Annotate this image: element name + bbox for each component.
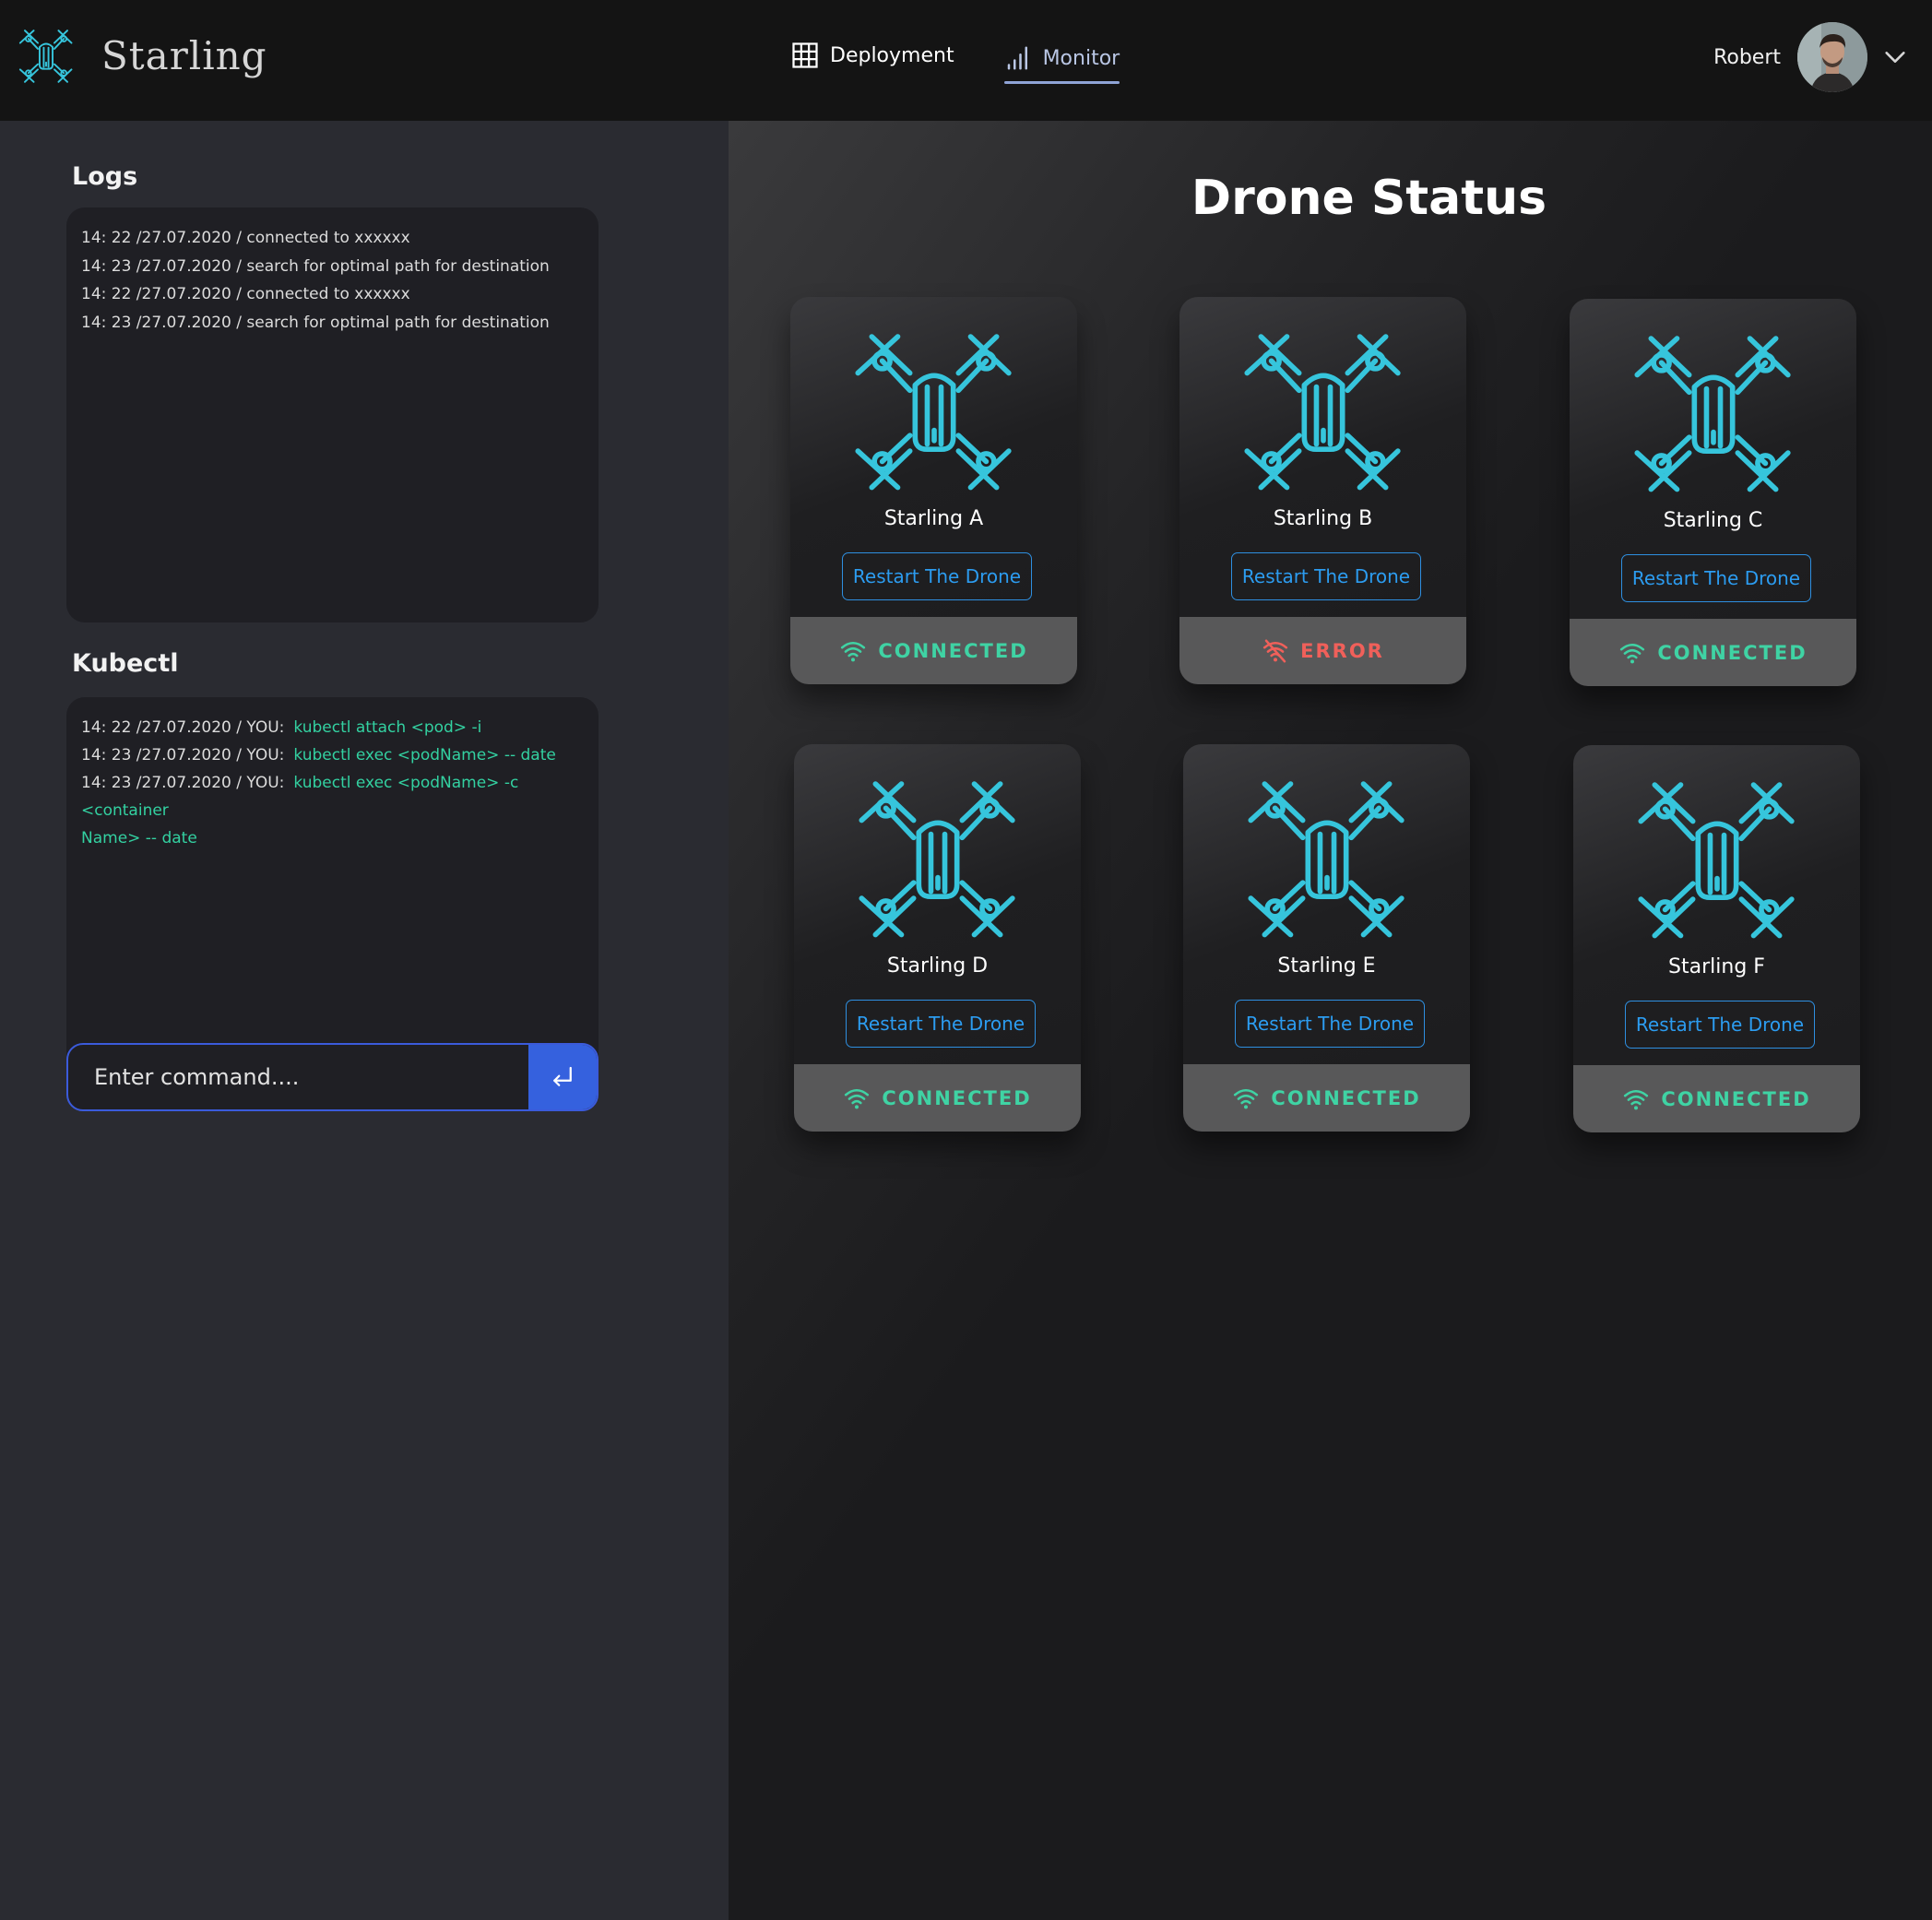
wifi-icon [843,1084,871,1112]
status-badge: ERROR [1300,639,1384,662]
command-bar [66,1043,599,1111]
command-input[interactable] [68,1045,528,1109]
kubectl-line: 14: 22 /27.07.2020 / YOU: kubectl attach … [81,714,584,741]
starling-logo-icon [17,26,76,85]
log-line: 14: 22 /27.07.2020 / connected to xxxxxx [81,229,410,247]
nav-monitor-label: Monitor [1042,46,1120,70]
kubectl-line-command: kubectl attach <pod> -i [293,718,482,737]
drone-icon [1237,323,1410,496]
main-nav: Deployment Monitor [791,37,1120,84]
restart-drone-button[interactable]: Restart The Drone [1231,552,1421,600]
restart-drone-button[interactable]: Restart The Drone [1625,1001,1815,1049]
wifi-icon [1618,639,1646,667]
status-badge: CONNECTED [882,1086,1032,1109]
app-name: Starling [101,32,267,78]
status-bar: CONNECTED [1570,619,1856,686]
drone-icon [851,770,1025,943]
kubectl-console[interactable]: 14: 22 /27.07.2020 / YOU: kubectl attach … [66,697,599,1094]
kubectl-line-prefix: 14: 22 /27.07.2020 / YOU: [81,718,285,737]
restart-drone-button[interactable]: Restart The Drone [846,1000,1036,1048]
kubectl-line-prefix: 14: 23 /27.07.2020 / YOU: [81,774,285,792]
kubectl-line: 14: 23 /27.07.2020 / YOU: kubectl exec <p… [81,741,584,769]
chevron-down-icon[interactable] [1882,44,1908,70]
restart-drone-button[interactable]: Restart The Drone [842,552,1032,600]
logs-title: Logs [72,162,138,191]
signal-bars-icon [1007,46,1027,70]
command-submit-button[interactable] [528,1045,597,1109]
kubectl-line-prefix: 14: 23 /27.07.2020 / YOU: [81,746,285,764]
wifi-off-icon [1262,637,1289,665]
status-badge: CONNECTED [878,639,1028,662]
status-bar: ERROR [1179,617,1466,684]
drone-card-f: Starling F Restart The Drone CONNECTED [1573,745,1860,1132]
status-badge: CONNECTED [1661,1087,1811,1110]
drone-card-c: Starling C Restart The Drone CONNECTED [1570,299,1856,686]
user-name: Robert [1713,45,1781,69]
drone-card-e: Starling E Restart The Drone CONNECTED [1183,744,1470,1132]
status-bar: CONNECTED [794,1064,1081,1132]
restart-drone-button[interactable]: Restart The Drone [1235,1000,1425,1048]
kubectl-line-continuation: Name> -- date [81,829,197,847]
wifi-icon [839,637,867,665]
wifi-icon [1622,1085,1650,1113]
drone-icon [847,323,1021,496]
status-badge: CONNECTED [1271,1086,1421,1109]
user-menu[interactable]: Robert [1713,22,1908,92]
grid-icon [792,42,818,68]
drone-card-b: Starling B Restart The Drone ERROR [1179,297,1466,684]
status-bar: CONNECTED [1573,1065,1860,1132]
status-badge: CONNECTED [1657,641,1808,664]
drone-name: Starling B [1273,507,1373,530]
side-panel: Logs 14: 22 /27.07.2020 / connected to x… [0,121,729,1920]
kubectl-line-command: kubectl exec <podName> -- date [293,746,556,764]
user-avatar-icon [1797,22,1867,92]
restart-drone-button[interactable]: Restart The Drone [1621,554,1811,602]
nav-deployment-label: Deployment [830,43,954,67]
drone-name: Starling D [886,954,989,978]
wifi-icon [1232,1084,1260,1112]
enter-return-icon [553,1066,572,1086]
status-bar: CONNECTED [790,617,1077,684]
drone-icon [1627,325,1800,498]
drone-name: Starling C [1663,509,1763,532]
drone-status-area: Drone Status Starling A Restart The Dron… [729,121,1932,1920]
drone-name: Starling E [1277,954,1376,978]
avatar[interactable] [1797,22,1867,92]
drone-card-d: Starling D Restart The Drone CONNECTED [794,744,1081,1132]
brand[interactable]: Starling [17,26,267,85]
nav-deployment[interactable]: Deployment [791,37,954,74]
drone-icon [1630,771,1804,944]
top-bar: Starling Deployment Monitor Robert [0,0,1932,121]
log-line: 14: 23 /27.07.2020 / search for optimal … [81,313,550,332]
log-line: 14: 22 /27.07.2020 / connected to xxxxxx [81,285,410,303]
drone-name: Starling A [883,507,984,530]
status-bar: CONNECTED [1183,1064,1470,1132]
kubectl-title: Kubectl [72,649,179,678]
logs-panel[interactable]: 14: 22 /27.07.2020 / connected to xxxxxx… [66,207,599,622]
drone-card-a: Starling A Restart The Drone CONNECTED [790,297,1077,684]
drone-name: Starling F [1668,955,1765,978]
drone-icon [1240,770,1414,943]
nav-monitor[interactable]: Monitor [1003,40,1120,84]
log-line: 14: 23 /27.07.2020 / search for optimal … [81,256,550,276]
page-title: Drone Status [1191,171,1547,226]
kubectl-line: 14: 23 /27.07.2020 / YOU: kubectl exec <p… [81,769,584,824]
